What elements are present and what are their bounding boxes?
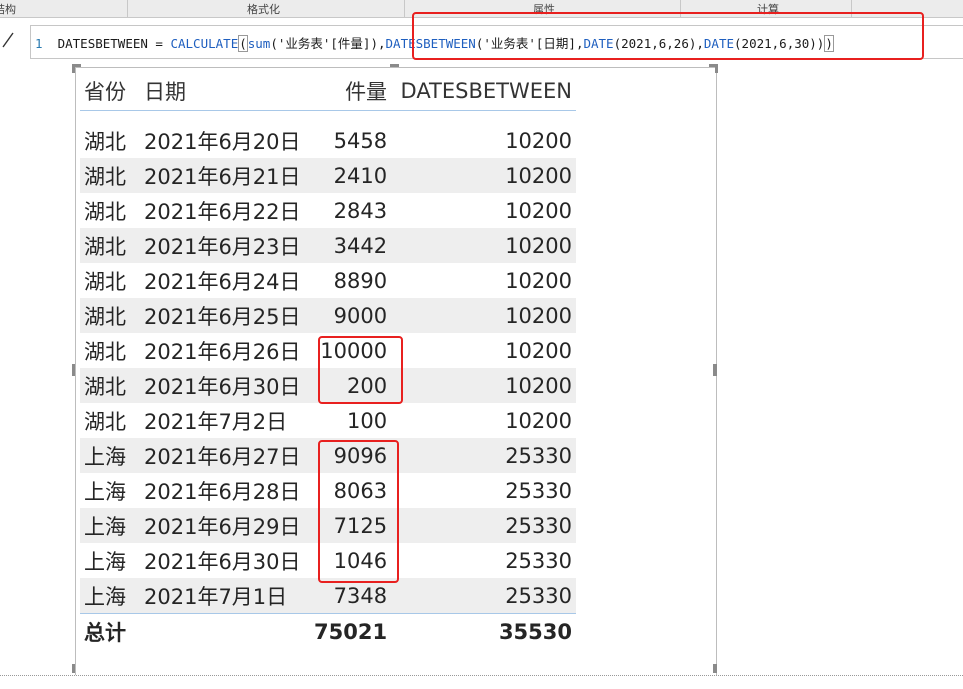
cell-datesbetween[interactable]: 25330 <box>391 438 576 473</box>
table-total-row: 总计 75021 35530 <box>80 613 576 650</box>
cell-province[interactable]: 上海 <box>80 543 140 578</box>
table-row[interactable]: 湖北 2021年6月23日 3442 10200 <box>80 228 576 263</box>
header-datesbetween[interactable]: DATESBETWEEN <box>391 72 576 111</box>
ribbon-structure-label[interactable]: 结构 <box>0 1 16 17</box>
cell-province[interactable]: 湖北 <box>80 158 140 193</box>
canvas-bottom-edge <box>0 675 963 676</box>
total-measure: 35530 <box>391 613 576 650</box>
cell-date[interactable]: 2021年6月30日 <box>140 543 310 578</box>
qty-highlight-shanghai <box>318 440 399 583</box>
qty-highlight-hubei <box>318 336 403 404</box>
cell-date[interactable]: 2021年6月25日 <box>140 298 310 333</box>
resize-handle-right[interactable] <box>713 364 717 376</box>
cell-province[interactable]: 湖北 <box>80 298 140 333</box>
resize-handle-top[interactable] <box>390 64 399 67</box>
cell-date[interactable]: 2021年7月2日 <box>140 403 310 438</box>
cell-qty[interactable]: 2843 <box>310 193 392 228</box>
total-label: 总计 <box>80 613 140 650</box>
table-row[interactable]: 湖北 2021年6月21日 2410 10200 <box>80 158 576 193</box>
comma: , <box>377 36 386 51</box>
cell-qty[interactable]: 3442 <box>310 228 392 263</box>
header-date[interactable]: 日期 <box>140 72 310 111</box>
resize-handle-tr-v[interactable] <box>715 64 718 73</box>
cell-province[interactable]: 上海 <box>80 508 140 543</box>
table-row[interactable]: 湖北 2021年7月2日 100 10200 <box>80 403 576 438</box>
cell-province[interactable]: 湖北 <box>80 263 140 298</box>
cell-datesbetween[interactable]: 25330 <box>391 508 576 543</box>
cell-datesbetween[interactable]: 25330 <box>391 543 576 578</box>
table-row[interactable]: 湖北 2021年6月24日 8890 10200 <box>80 263 576 298</box>
cell-datesbetween[interactable]: 10200 <box>391 403 576 438</box>
cell-datesbetween[interactable]: 25330 <box>391 473 576 508</box>
resize-handle-tl-v[interactable] <box>72 64 75 73</box>
cell-date[interactable]: 2021年6月30日 <box>140 368 310 403</box>
header-qty[interactable]: 件量 <box>310 72 392 111</box>
line-number: 1 <box>35 36 43 51</box>
resize-handle-left[interactable] <box>72 364 75 376</box>
cell-province[interactable]: 湖北 <box>80 123 140 158</box>
cell-province[interactable]: 湖北 <box>80 228 140 263</box>
cell-datesbetween[interactable]: 10200 <box>391 123 576 158</box>
table-header-row: 省份 日期 件量 DATESBETWEEN <box>80 72 576 111</box>
cell-datesbetween[interactable]: 10200 <box>391 333 576 368</box>
sum-arg: ('业务表'[件量]) <box>270 36 378 51</box>
cell-datesbetween[interactable]: 25330 <box>391 578 576 614</box>
cell-qty[interactable]: 7348 <box>310 578 392 614</box>
header-province[interactable]: 省份 <box>80 72 140 111</box>
cancel-edit-icon[interactable] <box>0 30 18 50</box>
cell-datesbetween[interactable]: 10200 <box>391 263 576 298</box>
resize-handle-br[interactable] <box>713 664 717 673</box>
cell-province[interactable]: 上海 <box>80 438 140 473</box>
cell-qty[interactable]: 2410 <box>310 158 392 193</box>
fn-sum: sum <box>247 36 271 51</box>
cell-datesbetween[interactable]: 10200 <box>391 368 576 403</box>
cell-date[interactable]: 2021年6月24日 <box>140 263 310 298</box>
cell-province[interactable]: 湖北 <box>80 403 140 438</box>
cell-date[interactable]: 2021年6月26日 <box>140 333 310 368</box>
cell-province[interactable]: 上海 <box>80 473 140 508</box>
cell-qty[interactable]: 5458 <box>310 123 392 158</box>
cell-province[interactable]: 上海 <box>80 578 140 614</box>
cell-date[interactable]: 2021年6月20日 <box>140 123 310 158</box>
cell-qty[interactable]: 8890 <box>310 263 392 298</box>
table-row[interactable]: 湖北 2021年6月22日 2843 10200 <box>80 193 576 228</box>
measure-name: DATESBETWEEN <box>57 36 148 51</box>
cell-date[interactable]: 2021年6月29日 <box>140 508 310 543</box>
cell-date[interactable]: 2021年6月23日 <box>140 228 310 263</box>
resize-handle-bl[interactable] <box>72 664 75 673</box>
cell-qty[interactable]: 100 <box>310 403 392 438</box>
cell-province[interactable]: 湖北 <box>80 368 140 403</box>
cell-datesbetween[interactable]: 10200 <box>391 193 576 228</box>
total-empty <box>140 613 310 650</box>
paren-open: ( <box>238 35 248 52</box>
table-row[interactable]: 上海 2021年7月1日 7348 25330 <box>80 578 576 614</box>
formula-highlight-box <box>412 12 924 60</box>
cell-qty[interactable]: 9000 <box>310 298 392 333</box>
cell-date[interactable]: 2021年6月28日 <box>140 473 310 508</box>
cell-date[interactable]: 2021年6月21日 <box>140 158 310 193</box>
table-row[interactable]: 湖北 2021年6月20日 5458 10200 <box>80 123 576 158</box>
cell-date[interactable]: 2021年6月22日 <box>140 193 310 228</box>
cell-province[interactable]: 湖北 <box>80 193 140 228</box>
table-row[interactable]: 湖北 2021年6月25日 9000 10200 <box>80 298 576 333</box>
cell-datesbetween[interactable]: 10200 <box>391 298 576 333</box>
cell-datesbetween[interactable]: 10200 <box>391 228 576 263</box>
cell-date[interactable]: 2021年6月27日 <box>140 438 310 473</box>
cell-province[interactable]: 湖北 <box>80 333 140 368</box>
fn-calculate: CALCULATE <box>170 36 239 51</box>
cell-date[interactable]: 2021年7月1日 <box>140 578 310 614</box>
ribbon-format-label[interactable]: 格式化 <box>247 1 280 17</box>
cell-datesbetween[interactable]: 10200 <box>391 158 576 193</box>
equals-sign: = <box>147 36 171 51</box>
total-qty: 75021 <box>310 613 392 650</box>
